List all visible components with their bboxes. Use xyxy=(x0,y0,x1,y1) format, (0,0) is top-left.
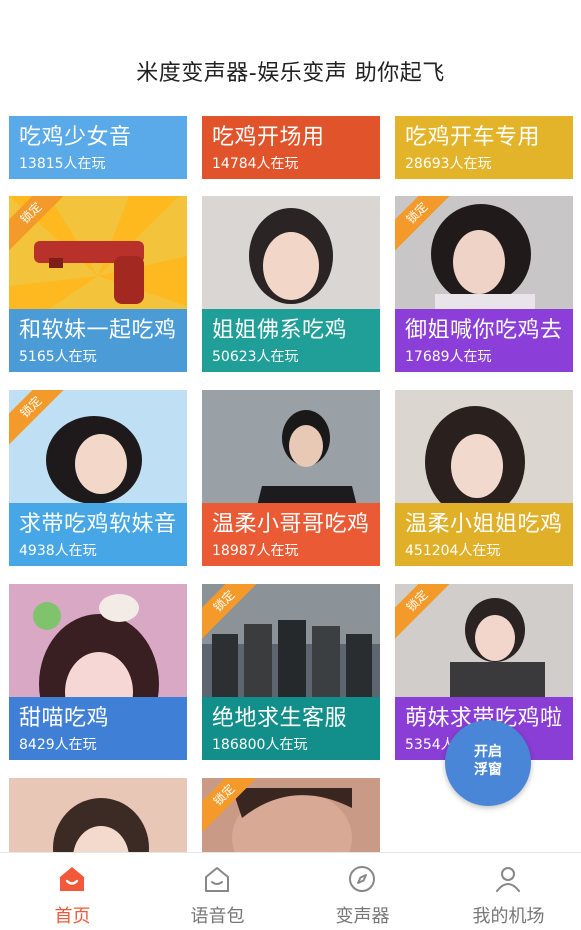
voice-card[interactable]: 吃鸡开场用 14784人在玩 xyxy=(202,116,380,179)
card-play-count: 8429人在玩 xyxy=(19,737,97,753)
open-float-window-button[interactable]: 开启 浮窗 xyxy=(445,720,531,806)
float-button-line2: 浮窗 xyxy=(474,762,502,778)
card-title: 绝地求生客服 xyxy=(212,706,348,731)
tab-home[interactable]: 首页 xyxy=(0,853,145,930)
card-title: 吃鸡开车专用 xyxy=(405,125,541,150)
card-play-count: 28693人在玩 xyxy=(405,156,492,172)
voice-card[interactable]: 姐姐佛系吃鸡 50623人在玩 xyxy=(202,196,380,372)
voice-card[interactable]: 和软妹一起吃鸡 5165人在玩 锁定 xyxy=(9,196,187,372)
home-icon xyxy=(60,867,84,891)
card-title: 温柔小姐姐吃鸡 xyxy=(405,512,563,537)
voice-card[interactable] xyxy=(9,778,187,852)
user-icon xyxy=(496,867,520,892)
voice-card[interactable]: 温柔小姐姐吃鸡 451204人在玩 xyxy=(395,390,573,566)
tab-label: 我的机场 xyxy=(472,906,545,927)
tab-voice-changer[interactable]: 变声器 xyxy=(290,853,435,930)
card-title: 吃鸡少女音 xyxy=(19,125,132,150)
voice-card[interactable]: 温柔小哥哥吃鸡 18987人在玩 xyxy=(202,390,380,566)
card-play-count: 4938人在玩 xyxy=(19,543,97,559)
card-play-count: 18987人在玩 xyxy=(212,543,299,559)
voice-card[interactable]: 锁定 xyxy=(202,778,380,852)
app-header: 米度变声器-娱乐变声 助你起飞 xyxy=(0,0,581,112)
card-title: 姐姐佛系吃鸡 xyxy=(212,318,348,343)
card-play-count: 13815人在玩 xyxy=(19,156,106,172)
voice-card[interactable]: 甜喵吃鸡 8429人在玩 xyxy=(9,584,187,760)
card-title: 吃鸡开场用 xyxy=(212,125,325,150)
card-title: 温柔小哥哥吃鸡 xyxy=(212,512,370,537)
card-title: 求带吃鸡软妹音 xyxy=(19,512,177,537)
card-play-count: 17689人在玩 xyxy=(405,349,492,365)
tab-label: 语音包 xyxy=(190,906,245,927)
card-title: 和软妹一起吃鸡 xyxy=(19,318,177,343)
tab-my-airport[interactable]: 我的机场 xyxy=(436,853,581,930)
voice-card[interactable]: 求带吃鸡软妹音 4938人在玩 锁定 xyxy=(9,390,187,566)
tab-label: 首页 xyxy=(54,906,91,927)
float-button-line1: 开启 xyxy=(474,744,502,760)
card-play-count: 5165人在玩 xyxy=(19,349,97,365)
voice-card[interactable]: 吃鸡少女音 13815人在玩 xyxy=(9,116,187,179)
page-title: 米度变声器-娱乐变声 助你起飞 xyxy=(136,61,445,86)
card-title: 甜喵吃鸡 xyxy=(19,706,110,731)
card-title: 御姐喊你吃鸡去 xyxy=(405,318,563,343)
card-photo xyxy=(9,778,187,852)
card-play-count: 451204人在玩 xyxy=(405,543,501,559)
bottom-tab-bar: 首页 语音包 变声器 我的机场 xyxy=(0,852,581,930)
voice-card[interactable]: 吃鸡开车专用 28693人在玩 xyxy=(395,116,573,179)
voice-card[interactable]: 御姐喊你吃鸡去 17689人在玩 锁定 xyxy=(395,196,573,372)
card-play-count: 14784人在玩 xyxy=(212,156,299,172)
compass-icon xyxy=(349,866,375,892)
card-play-count: 186800人在玩 xyxy=(212,737,308,753)
portrait-illustration xyxy=(53,798,149,852)
voice-card[interactable]: 绝地求生客服 186800人在玩 锁定 xyxy=(202,584,380,760)
voice-pack-icon xyxy=(205,867,229,892)
tab-label: 变声器 xyxy=(335,906,390,927)
card-play-count: 50623人在玩 xyxy=(212,349,299,365)
tab-voice-pack[interactable]: 语音包 xyxy=(145,853,290,930)
